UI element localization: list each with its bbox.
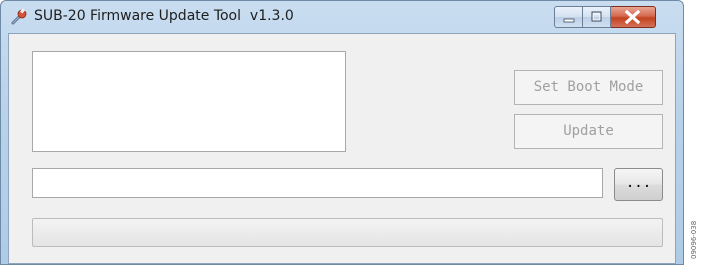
- app-window: SUB-20 Firmware Update Tool v1.3.0 Set B…: [0, 0, 684, 265]
- maximize-icon: [583, 11, 610, 31]
- progress-bar: [32, 218, 663, 247]
- client-area: Set Boot Mode Update ...: [8, 33, 676, 264]
- set-boot-mode-button[interactable]: Set Boot Mode: [514, 70, 663, 105]
- title-bar[interactable]: SUB-20 Firmware Update Tool v1.3.0: [1, 1, 683, 33]
- wrench-icon: [10, 8, 28, 26]
- log-listbox[interactable]: [32, 51, 346, 152]
- file-path-input[interactable]: [32, 168, 603, 198]
- update-button[interactable]: Update: [514, 114, 663, 149]
- minimize-button[interactable]: [554, 6, 583, 28]
- figure-id-label: 09096-038: [690, 220, 698, 259]
- browse-button[interactable]: ...: [614, 168, 663, 201]
- close-button[interactable]: [611, 6, 656, 28]
- maximize-button[interactable]: [583, 6, 611, 28]
- close-icon: [611, 9, 655, 31]
- window-title: SUB-20 Firmware Update Tool v1.3.0: [34, 8, 294, 24]
- minimize-icon: [555, 12, 582, 31]
